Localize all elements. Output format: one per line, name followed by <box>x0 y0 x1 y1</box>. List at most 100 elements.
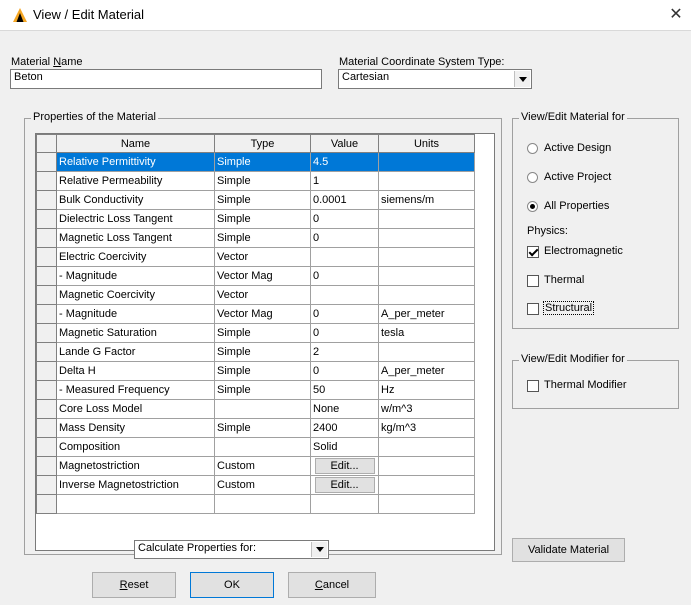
cell-units[interactable] <box>378 247 475 267</box>
cell-type[interactable]: Simple <box>214 209 311 229</box>
cell-name[interactable]: Bulk Conductivity <box>56 190 215 210</box>
column-header-value[interactable]: Value <box>310 134 379 153</box>
cell-type[interactable]: Simple <box>214 342 311 362</box>
cell-name[interactable]: Magnetostriction <box>56 456 215 476</box>
cell-units[interactable] <box>378 342 475 362</box>
cell-units[interactable] <box>378 437 475 457</box>
cell-type[interactable]: Custom <box>214 456 311 476</box>
table-row[interactable]: - Magnitude Vector Mag 0 A_per_meter <box>36 304 475 324</box>
cell-units[interactable]: Hz <box>378 380 475 400</box>
cell-value[interactable]: 2 <box>310 342 379 362</box>
reset-button[interactable]: Reset <box>92 572 176 598</box>
table-row[interactable]: Magnetic Coercivity Vector <box>36 285 475 305</box>
cell-name[interactable]: Relative Permittivity <box>56 152 215 172</box>
cell-units[interactable]: A_per_meter <box>378 304 475 324</box>
row-header[interactable] <box>36 266 57 286</box>
row-header[interactable] <box>36 152 57 172</box>
row-header[interactable] <box>36 285 57 305</box>
row-header[interactable] <box>36 190 57 210</box>
row-header[interactable] <box>36 342 57 362</box>
cell-units[interactable] <box>378 171 475 191</box>
chevron-down-icon[interactable] <box>311 542 327 557</box>
edit-button[interactable]: Edit... <box>314 458 375 474</box>
cell-units[interactable]: w/m^3 <box>378 399 475 419</box>
cell-type[interactable]: Simple <box>214 323 311 343</box>
cell-name[interactable]: - Measured Frequency <box>56 380 215 400</box>
cell-value[interactable]: Solid <box>310 437 379 457</box>
table-row[interactable]: Bulk Conductivity Simple 0.0001 siemens/m <box>36 190 475 210</box>
cell-value[interactable]: Edit... <box>310 456 379 476</box>
table-row[interactable]: Composition Solid <box>36 437 475 457</box>
cell-name[interactable]: Magnetic Coercivity <box>56 285 215 305</box>
coord-system-select[interactable]: Cartesian <box>338 69 532 89</box>
cell-value[interactable]: 50 <box>310 380 379 400</box>
cell-type[interactable]: Vector <box>214 285 311 305</box>
cell-value[interactable]: None <box>310 399 379 419</box>
cell-value[interactable]: 0 <box>310 266 379 286</box>
column-header-name[interactable]: Name <box>56 134 215 153</box>
row-header[interactable] <box>36 247 57 267</box>
cell-type[interactable]: Vector <box>214 247 311 267</box>
cell-value[interactable]: 2400 <box>310 418 379 438</box>
row-header[interactable] <box>36 437 57 457</box>
table-row[interactable]: - Magnitude Vector Mag 0 <box>36 266 475 286</box>
thermal-checkbox[interactable] <box>527 275 539 287</box>
table-row[interactable]: - Measured Frequency Simple 50 Hz <box>36 380 475 400</box>
row-header[interactable] <box>36 209 57 229</box>
cell-name[interactable]: Lande G Factor <box>56 342 215 362</box>
chevron-down-icon[interactable] <box>514 71 530 87</box>
calculate-properties-select[interactable]: Calculate Properties for: <box>134 540 329 559</box>
cell-value[interactable] <box>310 285 379 305</box>
cell-value[interactable]: 0.0001 <box>310 190 379 210</box>
table-row[interactable]: Inverse Magnetostriction Custom Edit... <box>36 475 475 495</box>
cell-units[interactable] <box>378 228 475 248</box>
row-header[interactable] <box>36 475 57 495</box>
cell-type[interactable]: Vector Mag <box>214 266 311 286</box>
cell-name[interactable]: - Magnitude <box>56 304 215 324</box>
cell-name[interactable]: Dielectric Loss Tangent <box>56 209 215 229</box>
cell-name[interactable]: Composition <box>56 437 215 457</box>
table-row[interactable]: Electric Coercivity Vector <box>36 247 475 267</box>
table-row[interactable]: Relative Permittivity Simple 4.5 <box>36 152 475 172</box>
row-header[interactable] <box>36 323 57 343</box>
row-header[interactable] <box>36 399 57 419</box>
all-properties-radio[interactable] <box>527 201 538 212</box>
close-icon[interactable]: ✕ <box>665 4 687 26</box>
row-header[interactable] <box>36 418 57 438</box>
column-header-type[interactable]: Type <box>214 134 311 153</box>
table-row[interactable]: Mass Density Simple 2400 kg/m^3 <box>36 418 475 438</box>
structural-checkbox[interactable] <box>527 303 539 315</box>
cell-value[interactable]: 0 <box>310 323 379 343</box>
cell-value[interactable]: 0 <box>310 209 379 229</box>
cell-type[interactable]: Simple <box>214 228 311 248</box>
row-header[interactable] <box>36 304 57 324</box>
cell-type[interactable]: Simple <box>214 190 311 210</box>
cell-units[interactable] <box>378 475 475 495</box>
cell-type[interactable] <box>214 437 311 457</box>
cell-name[interactable]: - Magnitude <box>56 266 215 286</box>
table-row[interactable]: Core Loss Model None w/m^3 <box>36 399 475 419</box>
edit-button[interactable]: Edit... <box>314 477 375 493</box>
cell-units[interactable]: A_per_meter <box>378 361 475 381</box>
active-project-radio[interactable] <box>527 172 538 183</box>
active-design-radio[interactable] <box>527 143 538 154</box>
cell-value[interactable]: Edit... <box>310 475 379 495</box>
table-row[interactable]: Relative Permeability Simple 1 <box>36 171 475 191</box>
cell-units[interactable] <box>378 152 475 172</box>
row-header[interactable] <box>36 456 57 476</box>
cell-name[interactable]: Inverse Magnetostriction <box>56 475 215 495</box>
cell-type[interactable]: Simple <box>214 171 311 191</box>
table-row[interactable]: Magnetostriction Custom Edit... <box>36 456 475 476</box>
column-header-units[interactable]: Units <box>378 134 475 153</box>
cell-units[interactable]: siemens/m <box>378 190 475 210</box>
table-row[interactable]: Lande G Factor Simple 2 <box>36 342 475 362</box>
cell-name[interactable]: Relative Permeability <box>56 171 215 191</box>
table-row[interactable]: Magnetic Saturation Simple 0 tesla <box>36 323 475 343</box>
electromagnetic-checkbox[interactable] <box>527 246 539 258</box>
cell-value[interactable]: 0 <box>310 361 379 381</box>
row-header[interactable] <box>36 228 57 248</box>
cell-type[interactable]: Simple <box>214 380 311 400</box>
table-row[interactable]: Magnetic Loss Tangent Simple 0 <box>36 228 475 248</box>
cell-name[interactable]: Magnetic Saturation <box>56 323 215 343</box>
cell-units[interactable] <box>378 456 475 476</box>
